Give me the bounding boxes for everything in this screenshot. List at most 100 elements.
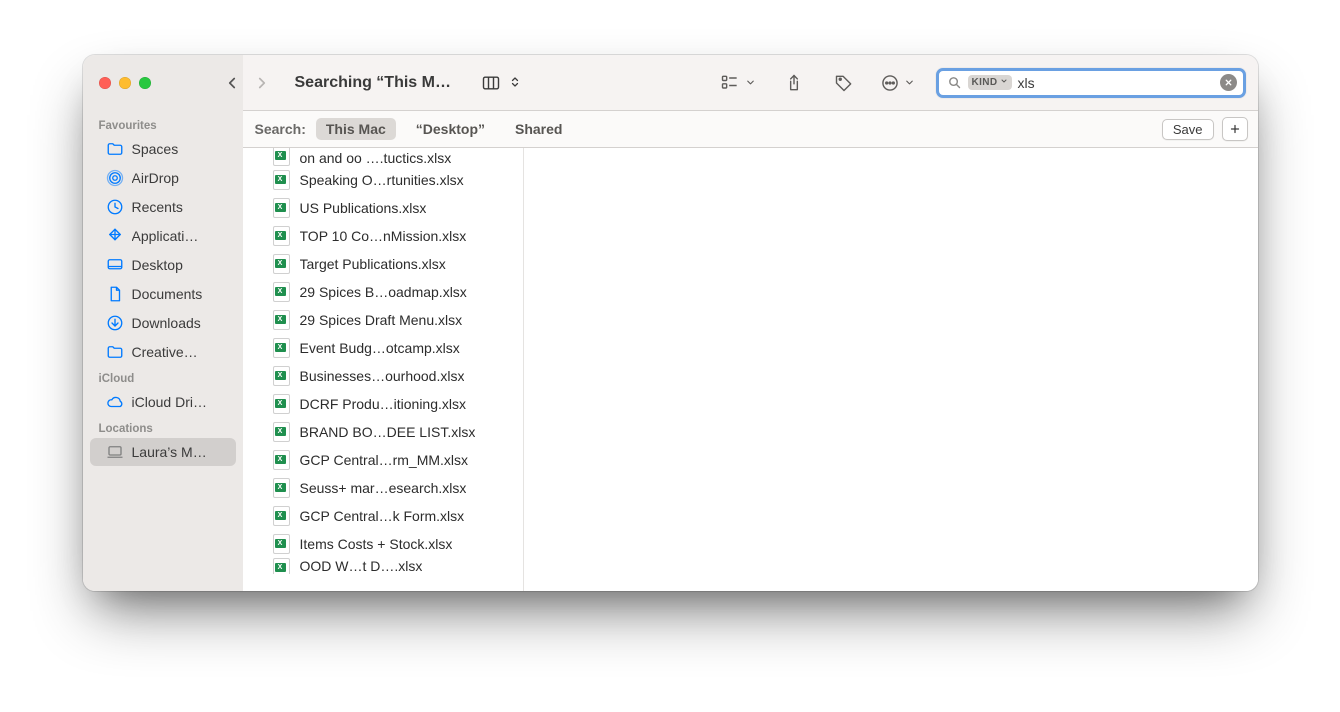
- forward-button[interactable]: [247, 68, 277, 98]
- save-search-button[interactable]: Save: [1162, 119, 1214, 140]
- view-mode-dropdown-icon: [509, 75, 523, 91]
- folder-icon: [106, 343, 124, 361]
- file-row[interactable]: Speaking O…rtunities.xlsx: [243, 166, 523, 194]
- view-mode-switch[interactable]: [475, 68, 523, 98]
- file-row[interactable]: Businesses…ourhood.xlsx: [243, 362, 523, 390]
- search-kind-token[interactable]: KIND: [968, 75, 1012, 90]
- minimize-window-button[interactable]: [119, 77, 131, 89]
- search-term: xls: [1018, 75, 1214, 91]
- file-row[interactable]: Target Publications.xlsx: [243, 250, 523, 278]
- sidebar-item-icloud-dri-[interactable]: iCloud Dri…: [90, 388, 236, 416]
- results-column[interactable]: on and oo ….tuctics.xlsxSpeaking O…rtuni…: [243, 148, 524, 591]
- toolbar-actions: [716, 68, 918, 98]
- sidebar-item-downloads[interactable]: Downloads: [90, 309, 236, 337]
- main-pane: Search: This Mac“Desktop”Shared Save on …: [243, 110, 1258, 591]
- group-by-button[interactable]: [716, 68, 760, 98]
- excel-file-icon: [273, 478, 290, 498]
- file-row[interactable]: on and oo ….tuctics.xlsx: [243, 148, 523, 166]
- file-name: GCP Central…rm_MM.xlsx: [300, 452, 469, 468]
- excel-file-icon: [273, 534, 290, 554]
- file-name: 29 Spices Draft Menu.xlsx: [300, 312, 463, 328]
- file-row[interactable]: 29 Spices Draft Menu.xlsx: [243, 306, 523, 334]
- file-row[interactable]: TOP 10 Co…nMission.xlsx: [243, 222, 523, 250]
- search-scope--desktop-[interactable]: “Desktop”: [406, 118, 495, 140]
- sidebar-item-label: Documents: [132, 286, 203, 302]
- tags-button[interactable]: [828, 68, 860, 98]
- download-icon: [106, 314, 124, 332]
- file-row[interactable]: DCRF Produ…itioning.xlsx: [243, 390, 523, 418]
- file-name: Businesses…ourhood.xlsx: [300, 368, 465, 384]
- airdrop-icon: [106, 169, 124, 187]
- file-row[interactable]: GCP Central…k Form.xlsx: [243, 502, 523, 530]
- file-name: DCRF Produ…itioning.xlsx: [300, 396, 467, 412]
- sidebar-section-title: iCloud: [83, 367, 243, 387]
- sidebar-item-label: Desktop: [132, 257, 183, 273]
- excel-file-icon: [273, 170, 290, 190]
- sidebar-item-creative-[interactable]: Creative…: [90, 338, 236, 366]
- sidebar-item-spaces[interactable]: Spaces: [90, 135, 236, 163]
- file-row[interactable]: Event Budg…otcamp.xlsx: [243, 334, 523, 362]
- chevron-down-icon: [1000, 77, 1008, 88]
- file-row[interactable]: Items Costs + Stock.xlsx: [243, 530, 523, 558]
- excel-file-icon: [273, 254, 290, 274]
- search-scope-this-mac[interactable]: This Mac: [316, 118, 396, 140]
- file-name: 29 Spices B…oadmap.xlsx: [300, 284, 467, 300]
- laptop-icon: [106, 443, 124, 461]
- clear-search-button[interactable]: [1220, 74, 1237, 91]
- sidebar-item-documents[interactable]: Documents: [90, 280, 236, 308]
- excel-file-icon: [273, 226, 290, 246]
- finder-window: Searching “This M…: [83, 55, 1258, 591]
- file-name: on and oo ….tuctics.xlsx: [300, 150, 452, 166]
- file-name: US Publications.xlsx: [300, 200, 427, 216]
- sidebar-item-desktop[interactable]: Desktop: [90, 251, 236, 279]
- sidebar: FavouritesSpacesAirDropRecentsApplicati……: [83, 110, 243, 591]
- folder-icon: [106, 140, 124, 158]
- back-button[interactable]: [217, 68, 247, 98]
- window-body: FavouritesSpacesAirDropRecentsApplicati……: [83, 110, 1258, 591]
- file-name: BRAND BO…DEE LIST.xlsx: [300, 424, 476, 440]
- search-field[interactable]: KIND xls: [936, 68, 1246, 98]
- results-area: on and oo ….tuctics.xlsxSpeaking O…rtuni…: [243, 148, 1258, 591]
- sidebar-item-applicati-[interactable]: Applicati…: [90, 222, 236, 250]
- zoom-window-button[interactable]: [139, 77, 151, 89]
- file-row[interactable]: BRAND BO…DEE LIST.xlsx: [243, 418, 523, 446]
- excel-file-icon: [273, 148, 290, 166]
- desktop-icon: [106, 256, 124, 274]
- sidebar-item-label: Applicati…: [132, 228, 199, 244]
- excel-file-icon: [273, 506, 290, 526]
- file-name: Items Costs + Stock.xlsx: [300, 536, 453, 552]
- file-name: Seuss+ mar…esearch.xlsx: [300, 480, 467, 496]
- close-window-button[interactable]: [99, 77, 111, 89]
- sidebar-item-label: Downloads: [132, 315, 201, 331]
- sidebar-item-label: Recents: [132, 199, 183, 215]
- excel-file-icon: [273, 558, 290, 574]
- add-rule-button[interactable]: [1222, 117, 1248, 141]
- file-row[interactable]: GCP Central…rm_MM.xlsx: [243, 446, 523, 474]
- excel-file-icon: [273, 338, 290, 358]
- file-name: Target Publications.xlsx: [300, 256, 446, 272]
- file-row[interactable]: Seuss+ mar…esearch.xlsx: [243, 474, 523, 502]
- clock-icon: [106, 198, 124, 216]
- sidebar-item-recents[interactable]: Recents: [90, 193, 236, 221]
- sidebar-item-label: iCloud Dri…: [132, 394, 207, 410]
- file-row[interactable]: 29 Spices B…oadmap.xlsx: [243, 278, 523, 306]
- search-scope-bar: Search: This Mac“Desktop”Shared Save: [243, 110, 1258, 148]
- excel-file-icon: [273, 422, 290, 442]
- app-icon: [106, 227, 124, 245]
- file-row[interactable]: OOD W…t D….xlsx: [243, 558, 523, 574]
- window-controls: [99, 77, 151, 89]
- excel-file-icon: [273, 450, 290, 470]
- excel-file-icon: [273, 394, 290, 414]
- sidebar-item-airdrop[interactable]: AirDrop: [90, 164, 236, 192]
- sidebar-section-title: Locations: [83, 417, 243, 437]
- more-actions-button[interactable]: [878, 68, 918, 98]
- sidebar-item-laura-s-m-[interactable]: Laura’s M…: [90, 438, 236, 466]
- columns-view-icon: [475, 68, 507, 98]
- file-row[interactable]: US Publications.xlsx: [243, 194, 523, 222]
- excel-file-icon: [273, 282, 290, 302]
- excel-file-icon: [273, 198, 290, 218]
- share-button[interactable]: [778, 68, 810, 98]
- sidebar-item-label: Creative…: [132, 344, 198, 360]
- search-scope-shared[interactable]: Shared: [505, 118, 572, 140]
- window-title: Searching “This M…: [295, 74, 451, 92]
